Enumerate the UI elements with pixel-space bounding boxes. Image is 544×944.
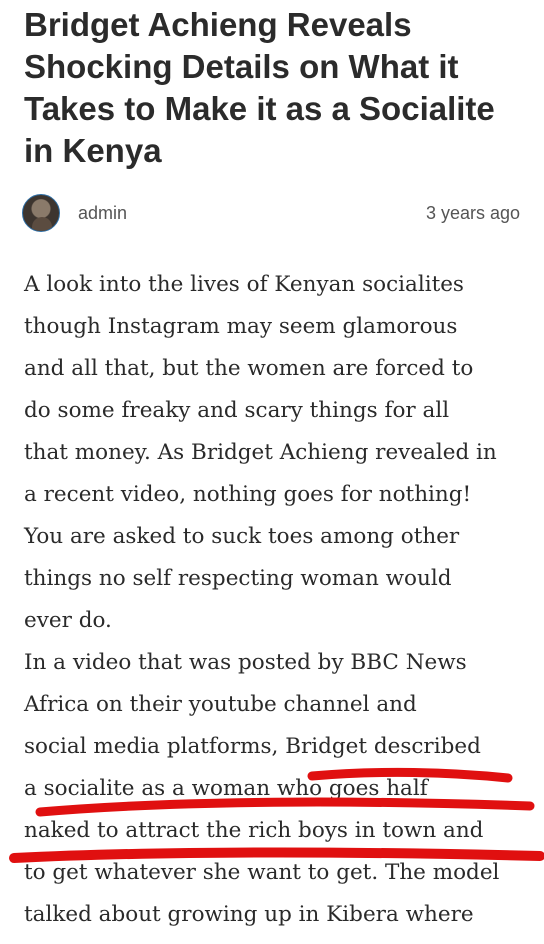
author-name[interactable]: admin xyxy=(78,203,127,224)
article-paragraph: In a video that was posted by BBC News A… xyxy=(24,650,500,927)
post-time: 3 years ago xyxy=(425,203,520,223)
author-avatar[interactable] xyxy=(22,194,60,232)
article-title: Bridget Achieng Reveals Shocking Details… xyxy=(24,6,495,169)
article-paragraph: A look into the lives of Kenyan socialit… xyxy=(24,272,497,633)
article-body: A look into the lives of Kenyan socialit… xyxy=(24,264,536,936)
article-byline: admin 3 years ago xyxy=(22,194,522,234)
